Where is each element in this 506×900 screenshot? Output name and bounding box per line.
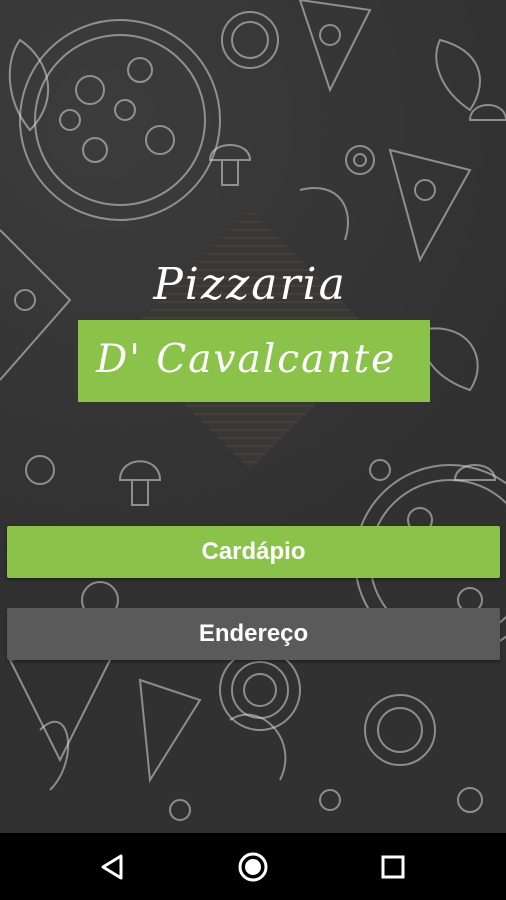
system-navigation-bar xyxy=(0,833,506,900)
app-title-line1: Pizzaria xyxy=(153,259,347,310)
menu-button[interactable]: Cardápio xyxy=(7,526,500,578)
app-title-line2: D' Cavalcante xyxy=(96,337,397,382)
app-screen: Pizzaria D' Cavalcante Cardápio Endereço xyxy=(0,0,506,833)
back-triangle-icon[interactable] xyxy=(93,847,133,887)
home-circle-icon[interactable] xyxy=(233,847,273,887)
recents-square-icon[interactable] xyxy=(373,847,413,887)
address-button[interactable]: Endereço xyxy=(7,608,500,660)
